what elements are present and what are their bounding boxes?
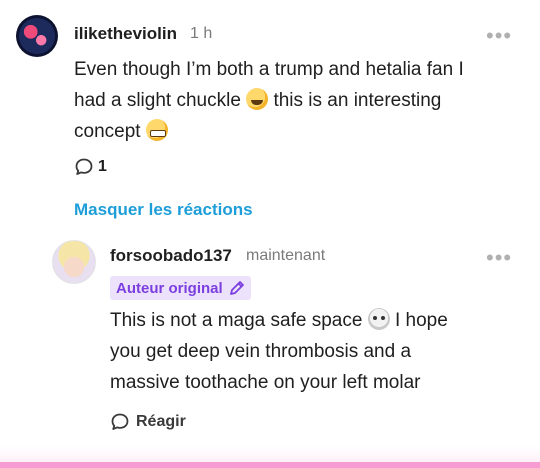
reply-body: This is not a maga safe space I hope you… [110, 305, 530, 398]
badge-label: Auteur original [116, 279, 223, 297]
react-label: Réagir [136, 413, 186, 430]
reply-line-3: massive toothache on your left molar [110, 372, 421, 393]
comment-line-2a: had a slight chuckle [74, 90, 241, 111]
comment-username[interactable]: iliketheviolin [74, 24, 177, 44]
reply-count-button[interactable]: 1 [74, 157, 107, 177]
skull-emoji-icon [367, 308, 390, 330]
reply-line-2: you get deep vein thrombosis and a [110, 341, 412, 362]
comment-bubble-icon [111, 413, 129, 430]
laughing-emoji-icon [246, 88, 269, 110]
comment-line-3: concept [74, 121, 141, 142]
reply-count: 1 [98, 158, 107, 175]
comment-bubble-icon [75, 158, 93, 175]
reply-more-options-icon[interactable]: ••• [486, 247, 512, 269]
pencil-icon [229, 281, 244, 295]
comment-body: Even though I’m both a trump and hetalia… [74, 54, 524, 147]
reply-timestamp: maintenant [246, 247, 326, 264]
grin-emoji-icon [145, 119, 168, 141]
reply-avatar[interactable] [52, 240, 96, 284]
more-options-icon[interactable]: ••• [486, 25, 512, 47]
comment-line-1: Even though I’m both a trump and hetalia… [74, 59, 464, 80]
original-author-badge: Auteur original [110, 276, 251, 300]
react-button[interactable]: Réagir [110, 412, 186, 432]
comment-line-2b: this is an interesting [273, 90, 442, 111]
hide-replies-link[interactable]: Masquer les réactions [74, 200, 253, 220]
bottom-accent-bar [0, 462, 540, 468]
bottom-fade [0, 446, 540, 462]
reply-username[interactable]: forsoobado137 [110, 246, 232, 266]
avatar[interactable] [16, 15, 58, 57]
comment-timestamp: 1 h [190, 25, 213, 42]
reply-line-1a: This is not a maga safe space [110, 310, 363, 331]
reply-line-1b: I hope [394, 310, 448, 331]
